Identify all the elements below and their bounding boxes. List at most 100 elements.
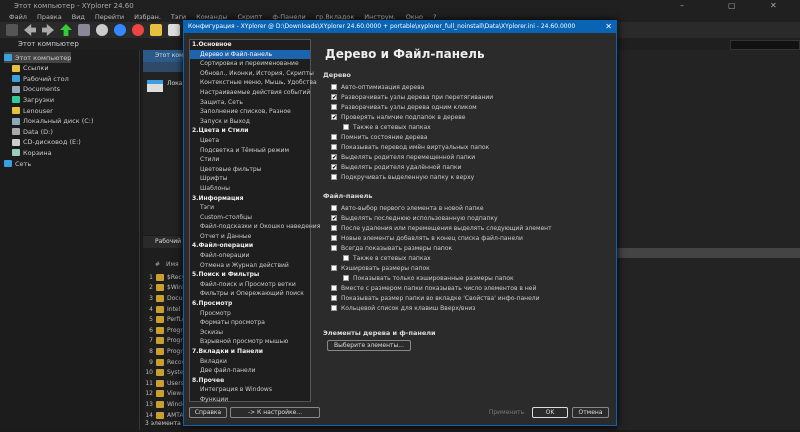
option-checkbox[interactable]: Помнить состояние дерева — [319, 132, 614, 142]
option-checkbox[interactable]: Также в сетевых папках — [319, 122, 614, 132]
option-checkbox[interactable]: Разворачивать узлы дерева одним кликом — [319, 102, 614, 112]
checkbox-unchecked[interactable] — [331, 84, 337, 90]
apply-button[interactable]: Применить — [484, 407, 529, 418]
file-row[interactable]: 5 PerfLogs — [143, 314, 183, 325]
tree-item[interactable]: Этот компьютер — [4, 52, 72, 63]
checkbox-unchecked[interactable] — [331, 245, 337, 251]
file-row[interactable]: 11 Users — [143, 378, 183, 389]
option-checkbox[interactable]: Показывать перевод имён виртуальных папо… — [319, 142, 614, 152]
option-checkbox[interactable]: ✔ Выделять последнюю использованную подпа… — [319, 213, 614, 223]
checkbox-unchecked[interactable] — [331, 305, 337, 311]
forward-icon[interactable] — [42, 24, 54, 36]
goto-setting-button[interactable]: -> К настройке... — [230, 407, 320, 418]
tree-item[interactable]: Рабочий стол — [12, 73, 69, 84]
cancel-button[interactable]: Отмена — [572, 407, 609, 418]
tree-item[interactable]: Загрузки — [12, 94, 54, 105]
tree-item[interactable]: Сеть — [4, 158, 31, 169]
nav-item[interactable]: Сортировка и переименование — [190, 59, 310, 69]
checkbox-checked[interactable]: ✔ — [331, 154, 337, 161]
checkbox-checked[interactable]: ✔ — [331, 164, 337, 171]
option-checkbox[interactable]: Всегда показывать размеры папок — [319, 243, 614, 253]
nav-item[interactable]: Две файл-панели — [190, 366, 310, 376]
col-num[interactable]: # — [155, 261, 160, 268]
nav-category[interactable]: 8.Прочее — [190, 376, 310, 386]
checkbox-unchecked[interactable] — [343, 255, 349, 261]
checkbox-unchecked[interactable] — [331, 144, 337, 150]
checkbox-unchecked[interactable] — [331, 235, 337, 241]
nav-category[interactable]: 2.Цвета и Стили — [190, 126, 310, 136]
close-button[interactable]: ✕ — [770, 1, 777, 10]
option-checkbox[interactable]: Подкручивать выделенную папку к верху — [319, 172, 614, 182]
nav-item[interactable]: Шаблоны — [190, 184, 310, 194]
option-checkbox[interactable]: Также в сетевых папках — [319, 253, 614, 263]
option-checkbox[interactable]: Вместе с размером папки показывать число… — [319, 283, 614, 293]
nav-item[interactable]: Функции — [190, 395, 310, 405]
tree-item[interactable]: Data (D:) — [12, 126, 53, 137]
nav-item[interactable]: Стили — [190, 155, 310, 165]
checkbox-unchecked[interactable] — [331, 104, 337, 110]
checkbox-unchecked[interactable] — [331, 174, 337, 180]
checkbox-checked[interactable]: ✔ — [331, 114, 337, 121]
option-checkbox[interactable]: Авто-выбор первого элемента в новой папк… — [319, 203, 614, 213]
option-checkbox[interactable]: Новые элементы добавлять в конец списка … — [319, 233, 614, 243]
file-row[interactable]: 9 Recovery — [143, 357, 183, 368]
checkbox-unchecked[interactable] — [331, 285, 337, 291]
nav-item[interactable]: Обновл., Иконки, История, Скрипты — [190, 69, 314, 79]
nav-item[interactable]: Цвета — [190, 136, 310, 146]
file-row[interactable]: 4 Intel — [143, 304, 180, 315]
nav-category[interactable]: 4.Файл-операции — [190, 241, 310, 251]
nav-item[interactable]: Просмотр — [190, 309, 310, 319]
checkbox-unchecked[interactable] — [331, 265, 337, 271]
nav-item[interactable]: Дерево и Файл-панель — [190, 49, 310, 60]
option-checkbox[interactable]: ✔ Проверять наличие подпапок в дереве — [319, 112, 614, 122]
tree-item[interactable]: Lenouser — [12, 105, 53, 116]
checkbox-unchecked[interactable] — [331, 225, 337, 231]
checkbox-checked[interactable]: ✔ — [331, 94, 337, 101]
menu-item[interactable]: Правка — [32, 12, 67, 22]
choose-elements-button[interactable]: Выберите элементы... — [327, 340, 411, 351]
nav-item[interactable]: Подсветка и Тёмный режим — [190, 146, 310, 156]
stopwatch-icon[interactable] — [96, 24, 108, 36]
maximize-button[interactable]: ▢ — [728, 1, 736, 10]
dialog-close-icon[interactable]: ✕ — [605, 22, 612, 31]
nav-item[interactable]: Запуск и Выход — [190, 117, 310, 127]
nav-category[interactable]: 1.Основное — [190, 40, 310, 50]
nav-item[interactable]: Защита, Сеть — [190, 98, 310, 108]
nav-item[interactable]: Настраиваемые действия событий — [190, 88, 310, 98]
drive-label[interactable]: Локальный диск (C:) — [167, 80, 183, 87]
file-row[interactable]: 3 Documents and Settings — [143, 293, 183, 304]
nav-item[interactable]: Отчет и Данные — [190, 232, 310, 242]
tab-desktop[interactable]: Рабочий стол — [143, 236, 183, 248]
list-header[interactable]: # Имя — [155, 261, 179, 268]
nav-item[interactable]: Custom-столбцы — [190, 213, 310, 223]
checkbox-unchecked[interactable] — [343, 124, 349, 130]
nav-category[interactable]: 7.Вкладки и Панели — [190, 347, 310, 357]
play-icon[interactable] — [132, 24, 144, 36]
option-checkbox[interactable]: ✔ Выделять родителя перемещенной папки — [319, 152, 614, 162]
checkbox-checked[interactable]: ✔ — [331, 215, 337, 222]
checkbox-unchecked[interactable] — [343, 275, 349, 281]
tab-this-computer[interactable]: Этот компьютер — [143, 50, 183, 62]
tree-item[interactable]: Documents — [12, 84, 60, 95]
tree-item[interactable]: Корзина — [12, 147, 52, 158]
nav-item[interactable]: Файл-поиск и Просмотр ветки — [190, 280, 310, 290]
option-checkbox[interactable]: ✔ Выделять родителя удалённой папки — [319, 162, 614, 172]
tree-item[interactable]: Ссылки — [12, 63, 49, 74]
file-row[interactable]: 1 $Recycle.Bin — [143, 272, 183, 283]
nav-item[interactable]: Файл-операции — [190, 251, 310, 261]
nav-category[interactable]: 5.Поиск и Фильтры — [190, 270, 310, 280]
option-checkbox[interactable]: ✔ Разворачивать узлы дерева при перетягив… — [319, 92, 614, 102]
file-row[interactable]: 14 AMTAG — [143, 410, 183, 421]
nav-category[interactable]: 6.Просмотр — [190, 299, 310, 309]
nav-item[interactable]: Контекстные меню, Мышь, Удобства — [190, 78, 317, 88]
option-checkbox[interactable]: Авто-оптимизация дерева — [319, 82, 614, 92]
menu-item[interactable]: Перейти — [90, 12, 129, 22]
tree-item[interactable]: Локальный диск (C:) — [12, 116, 94, 127]
file-row[interactable]: 6 Program Files — [143, 325, 183, 336]
new-folder-icon[interactable] — [150, 24, 162, 36]
nav-item[interactable]: Файл-подсказки и Окошко наведения — [190, 222, 320, 232]
file-row[interactable]: 12 Viewer — [143, 389, 183, 400]
nav-item[interactable]: Интеграция в Windows — [190, 385, 310, 395]
filter-input[interactable] — [730, 40, 800, 50]
file-row[interactable]: 13 Windows — [143, 399, 183, 410]
